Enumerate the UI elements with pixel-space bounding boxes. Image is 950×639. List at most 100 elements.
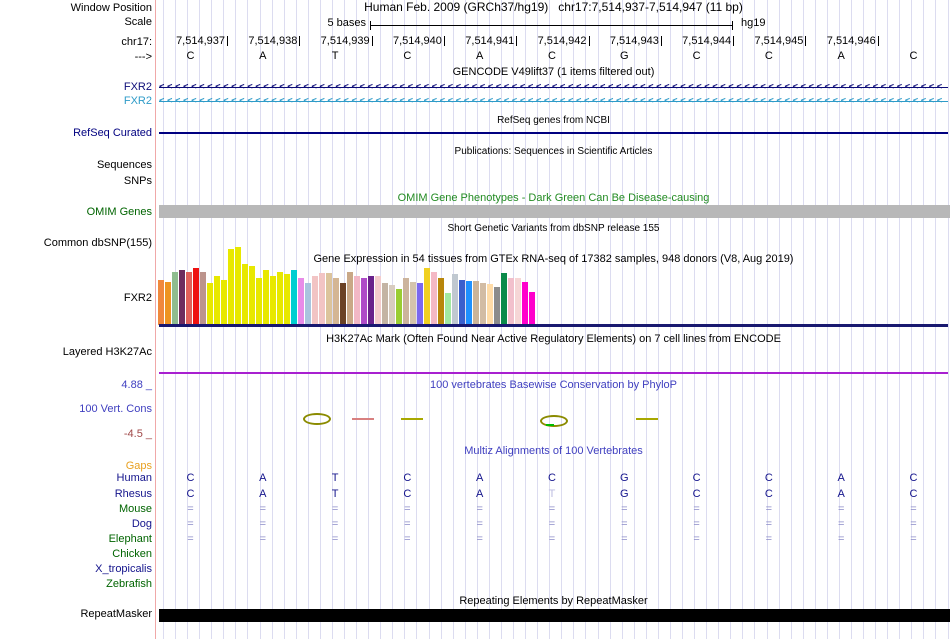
- multiz-species-label-x_tropicalis[interactable]: X_tropicalis: [95, 563, 152, 576]
- scale-bar-line: [370, 25, 732, 26]
- multiz-species-label-human[interactable]: Human: [117, 472, 152, 485]
- gtex-tissue-bar[interactable]: [277, 272, 283, 325]
- gtex-tissue-bar[interactable]: [165, 282, 171, 325]
- phylop-track-title[interactable]: 100 vertebrates Basewise Conservation by…: [159, 379, 948, 392]
- gtex-gene-label[interactable]: FXR2: [124, 292, 152, 305]
- gtex-tissue-bar[interactable]: [333, 278, 339, 325]
- gencode-gene-label-fxr2-2[interactable]: FXR2: [124, 95, 152, 108]
- gtex-tissue-bar[interactable]: [221, 280, 227, 325]
- gtex-tissue-bar[interactable]: [354, 276, 360, 325]
- publications-track-title[interactable]: Publications: Sequences in Scientific Ar…: [159, 145, 948, 158]
- gtex-tissue-bar[interactable]: [473, 281, 479, 325]
- snps-label[interactable]: SNPs: [124, 175, 152, 188]
- gtex-tissue-bar[interactable]: [466, 281, 472, 325]
- multiz-alignment-cell: C: [764, 472, 773, 484]
- refseq-curated-label[interactable]: RefSeq Curated: [73, 127, 152, 140]
- phylop-track-label[interactable]: 100 Vert. Cons: [79, 403, 152, 416]
- gtex-tissue-bar[interactable]: [501, 273, 507, 325]
- gtex-tissue-bar[interactable]: [305, 283, 311, 325]
- gtex-tissue-bar[interactable]: [298, 278, 304, 325]
- gtex-tissue-bar[interactable]: [368, 276, 374, 325]
- gtex-tissue-bar[interactable]: [389, 285, 395, 325]
- gtex-tissue-bar[interactable]: [347, 272, 353, 325]
- dbsnp-track-title[interactable]: Short Genetic Variants from dbSNP releas…: [159, 222, 948, 235]
- gtex-tissue-bar[interactable]: [158, 280, 164, 325]
- multiz-alignment-cell: =: [187, 533, 194, 545]
- gtex-tissue-bar[interactable]: [179, 270, 185, 325]
- multiz-species-label-mouse[interactable]: Mouse: [119, 503, 152, 516]
- multiz-alignment-cell: A: [259, 472, 267, 484]
- layered-h3k27ac-label[interactable]: Layered H3K27Ac: [63, 346, 152, 359]
- h3k27ac-track-line[interactable]: [159, 372, 948, 374]
- gtex-tissue-bar[interactable]: [431, 272, 437, 325]
- gtex-tissue-bar[interactable]: [508, 278, 514, 325]
- sequences-label[interactable]: Sequences: [97, 159, 152, 172]
- scale-bases-text: 5 bases: [327, 17, 366, 29]
- gtex-tissue-bar[interactable]: [410, 282, 416, 325]
- gtex-tissue-bar[interactable]: [375, 276, 381, 325]
- omim-genes-label[interactable]: OMIM Genes: [87, 206, 152, 219]
- gtex-tissue-bar[interactable]: [494, 287, 500, 325]
- gtex-tissue-bar[interactable]: [186, 272, 192, 325]
- omim-track-title[interactable]: OMIM Gene Phenotypes - Dark Green Can Be…: [159, 192, 948, 205]
- gtex-tissue-bar[interactable]: [270, 276, 276, 325]
- gtex-tissue-bar[interactable]: [249, 266, 255, 325]
- ruler-position-number: 7,514,945: [754, 35, 804, 47]
- window-left-edge-line: [155, 0, 156, 639]
- omim-genes-bar[interactable]: [159, 205, 950, 218]
- gtex-tissue-bar[interactable]: [382, 283, 388, 325]
- gtex-tissue-bar[interactable]: [172, 272, 178, 325]
- gtex-tissue-bar[interactable]: [326, 273, 332, 325]
- gtex-tissue-bar[interactable]: [200, 272, 206, 325]
- gtex-tissue-bar[interactable]: [312, 276, 318, 325]
- gencode-gene-label-fxr2-1[interactable]: FXR2: [124, 81, 152, 94]
- multiz-alignment-cell: =: [187, 503, 194, 515]
- gtex-tissue-bar[interactable]: [480, 283, 486, 325]
- multiz-alignment-cell: =: [476, 533, 483, 545]
- gtex-tissue-bar[interactable]: [417, 283, 423, 325]
- gtex-tissue-bar[interactable]: [207, 283, 213, 325]
- gtex-tissue-bar[interactable]: [284, 274, 290, 325]
- multiz-species-label-chicken[interactable]: Chicken: [112, 548, 152, 561]
- gtex-tissue-bar[interactable]: [228, 249, 234, 325]
- gtex-tissue-bar[interactable]: [403, 278, 409, 325]
- gtex-tissue-bar[interactable]: [529, 292, 535, 325]
- gtex-tissue-bar[interactable]: [515, 278, 521, 325]
- multiz-alignment-cell: =: [476, 518, 483, 530]
- repeatmasker-label[interactable]: RepeatMasker: [80, 608, 152, 621]
- multiz-species-label-zebrafish[interactable]: Zebrafish: [106, 578, 152, 591]
- gtex-tissue-bar[interactable]: [340, 283, 346, 325]
- gtex-tissue-bar[interactable]: [424, 268, 430, 325]
- multiz-alignment-cell: =: [693, 518, 700, 530]
- gtex-tissue-bar[interactable]: [445, 293, 451, 325]
- refseq-curated-track-line[interactable]: [159, 132, 948, 134]
- gtex-tissue-bar[interactable]: [291, 270, 297, 325]
- multiz-track-title[interactable]: Multiz Alignments of 100 Vertebrates: [159, 445, 948, 458]
- gtex-tissue-bar[interactable]: [256, 278, 262, 325]
- gencode-track-title[interactable]: GENCODE V49lift37 (1 items filtered out): [159, 66, 948, 79]
- gtex-tissue-bar[interactable]: [396, 289, 402, 325]
- repeatmasker-track-title[interactable]: Repeating Elements by RepeatMasker: [159, 595, 948, 608]
- gtex-track-title[interactable]: Gene Expression in 54 tissues from GTEx …: [159, 253, 948, 266]
- gtex-tissue-bar[interactable]: [361, 278, 367, 325]
- repeatmasker-bar[interactable]: [159, 609, 950, 622]
- h3k27ac-track-title[interactable]: H3K27Ac Mark (Often Found Near Active Re…: [159, 333, 948, 346]
- gtex-tissue-bar[interactable]: [242, 264, 248, 325]
- phylop-max-value-label: 4.88 _: [121, 379, 152, 391]
- gtex-tissue-bar[interactable]: [214, 276, 220, 325]
- common-dbsnp-label[interactable]: Common dbSNP(155): [44, 237, 152, 250]
- multiz-species-label-dog[interactable]: Dog: [132, 518, 152, 531]
- gtex-tissue-bar[interactable]: [522, 282, 528, 325]
- multiz-species-label-elephant[interactable]: Elephant: [109, 533, 152, 546]
- ruler-tick: [877, 36, 879, 46]
- gtex-tissue-bar[interactable]: [452, 274, 458, 325]
- gtex-tissue-bar[interactable]: [438, 278, 444, 325]
- multiz-species-label-rhesus[interactable]: Rhesus: [115, 488, 152, 501]
- gtex-tissue-bar[interactable]: [459, 280, 465, 325]
- gtex-tissue-bar[interactable]: [319, 273, 325, 325]
- gtex-tissue-bar[interactable]: [193, 268, 199, 325]
- gtex-tissue-bar[interactable]: [487, 284, 493, 325]
- refseq-track-title[interactable]: RefSeq genes from NCBI: [159, 114, 948, 127]
- gtex-tissue-bar[interactable]: [235, 247, 241, 325]
- gtex-tissue-bar[interactable]: [263, 270, 269, 325]
